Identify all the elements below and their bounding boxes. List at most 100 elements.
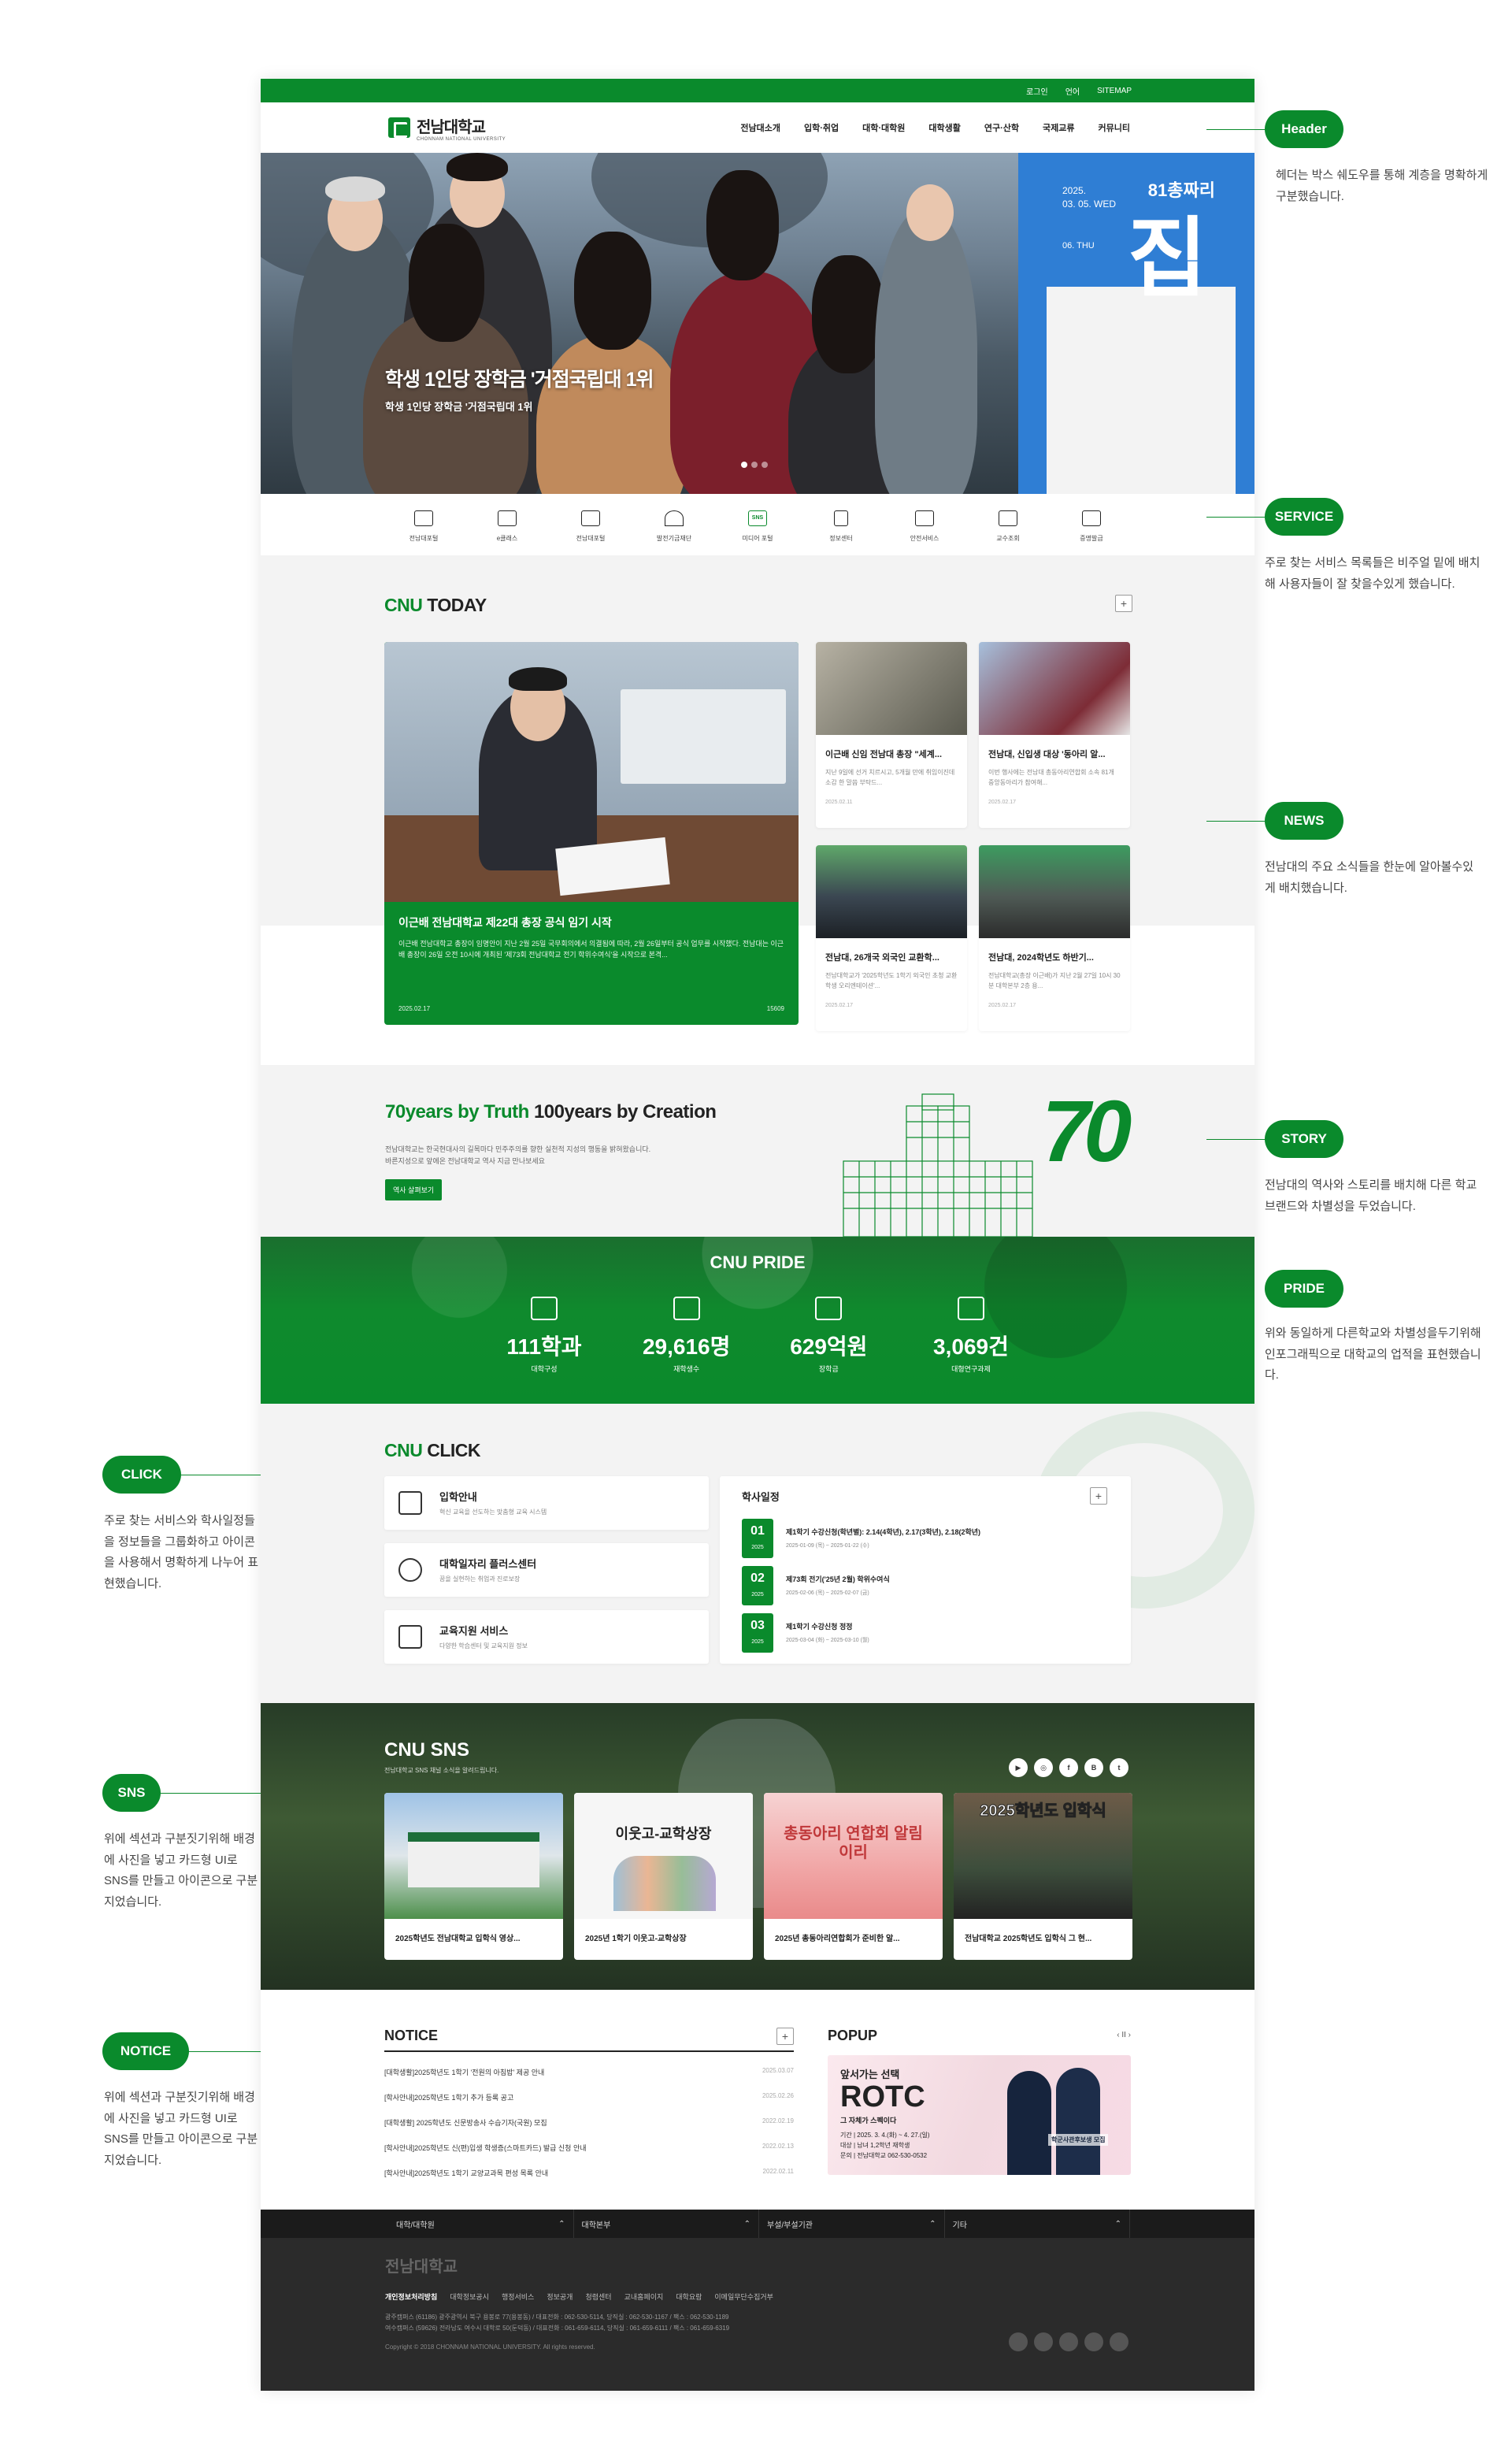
rotc-popup-banner[interactable]: 앞서가는 선택 ROTC 그 자체가 스펙이다 기간 | 2025. 3. 4.… bbox=[828, 2055, 1131, 2175]
annotation-sns-desc: 위에 섹션과 구분짓기위해 배경에 사진을 넣고 카드형 UI로 SNS를 만들… bbox=[104, 1832, 258, 1909]
twitter-icon[interactable] bbox=[1110, 2332, 1128, 2351]
service-safety[interactable]: 안전서비스 bbox=[902, 510, 947, 543]
footer-select-affiliates[interactable]: 부설/부설기관 ⌃ bbox=[759, 2210, 945, 2238]
instagram-icon[interactable] bbox=[1034, 2332, 1053, 2351]
click-title: CNU CLICK bbox=[384, 1440, 481, 1460]
calendar-row[interactable]: 03 2025 제1학기 수강신청 정정 2025-03-04 (화) ~ 2025-… bbox=[742, 1613, 869, 1653]
seventy-logo: 70 bbox=[1042, 1083, 1132, 1180]
annotation-click-desc: 주로 찾는 서비스와 학사일정들을 정보들을 그룹화하고 아이콘을 사용해서 명… bbox=[104, 1514, 259, 1591]
footer-logo: 전남대학교 bbox=[385, 2258, 458, 2276]
notice-row[interactable]: [학사안내]2025학년도 신(편)입생 학생증(스마트카드) 발급 신청 안내… bbox=[384, 2143, 794, 2153]
stat-students: 29,616명 재학생수 bbox=[624, 1297, 750, 1375]
calendar-title: 학사일정 bbox=[742, 1491, 780, 1503]
news-card[interactable]: 이근배 신임 전남대 총장 "세계... 지난 9일에 선거 치르시고, 5개월… bbox=[816, 642, 967, 828]
nav-item-college[interactable]: 대학·대학원 bbox=[862, 121, 905, 134]
annotation-header-desc: 헤더는 박스 쉐도우를 통해 계층을 명확하게 구분했습니다. bbox=[1276, 169, 1488, 203]
click-section: CNU CLICK 입학안내 혁신 교육을 선도하는 맞춤형 교육 시스템 대학일… bbox=[261, 1404, 1254, 1703]
popup-controls[interactable]: ‹ II › bbox=[1117, 2031, 1131, 2039]
utility-bar: 로그인 언어 SITEMAP bbox=[261, 79, 1254, 102]
youtube-icon[interactable]: ▶ bbox=[1009, 1758, 1028, 1777]
annotation-news-desc: 전남대의 주요 소식들을 한눈에 알아볼수있게 배치했습니다. bbox=[1265, 860, 1474, 895]
news-photo bbox=[384, 642, 799, 902]
annotation-story-desc: 전남대의 역사와 스토리를 배치해 다른 학교 브랜드와 차별성을 두었습니다. bbox=[1265, 1178, 1477, 1213]
main-news-date: 2025.02.17 bbox=[398, 1005, 431, 1012]
main-news-views: 15609 bbox=[766, 1005, 784, 1012]
nav-item-international[interactable]: 국제교류 bbox=[1043, 121, 1074, 134]
click-item-admission[interactable]: 입학안내 혁신 교육을 선도하는 맞춤형 교육 시스템 bbox=[384, 1476, 709, 1530]
hero-visual: 2025. 03. 05. WED 06. THU 81총짜리 집 학생 1인당… bbox=[261, 153, 1254, 494]
service-professor[interactable]: 교수조회 bbox=[986, 510, 1030, 543]
sns-card[interactable]: 2025학년도 입학식 전남대학교 2025학년도 입학식 그 현... bbox=[954, 1793, 1132, 1960]
sns-section: CNU SNS 전남대학교 SNS 채널 소식을 알려드립니다. ▶ ◎ f B… bbox=[261, 1703, 1254, 1990]
sns-title: CNU SNS bbox=[384, 1739, 470, 1761]
annotation-pride-desc: 위와 동일하게 다른학교와 차별성을두기위해 인포그래픽으로 대학교의 업적을 … bbox=[1265, 1327, 1481, 1382]
click-item-education[interactable]: 교육지원 서비스 다양한 학습센터 및 교육지원 정보 bbox=[384, 1610, 709, 1664]
calendar-row[interactable]: 02 2025 제73회 전기('25년 2월) 학위수여식 2025-02-06 (… bbox=[742, 1566, 890, 1605]
nav-item-campus-life[interactable]: 대학생활 bbox=[928, 121, 960, 134]
hero-dot[interactable] bbox=[751, 462, 758, 468]
annotation-line bbox=[1206, 1139, 1265, 1140]
youtube-icon[interactable] bbox=[1009, 2332, 1028, 2351]
sns-card[interactable]: 총동아리 연합회 알림이리 2025년 총동아리연합회가 준비한 알... bbox=[764, 1793, 943, 1960]
notice-title: NOTICE bbox=[384, 2028, 794, 2052]
notice-row[interactable]: [대학생활] 2025학년도 신문방송사 수습기자(국원) 모집 2022.02.… bbox=[384, 2117, 794, 2128]
service-eclass[interactable]: e클래스 bbox=[485, 510, 529, 543]
blog-icon[interactable]: B bbox=[1084, 1758, 1103, 1777]
stat-departments: 111학과 대학구성 bbox=[481, 1297, 607, 1375]
site-logo[interactable]: 전남대학교 CHONNAM NATIONAL UNIVERSITY bbox=[388, 114, 506, 142]
popup-title: POPUP bbox=[828, 2028, 878, 2043]
sitemap-link[interactable]: SITEMAP bbox=[1097, 87, 1132, 95]
service-certificate[interactable]: 증명발급 bbox=[1069, 510, 1114, 543]
language-link[interactable]: 언어 bbox=[1065, 85, 1080, 97]
banner-date-1: 2025. 03. 05. WED bbox=[1062, 185, 1117, 210]
facebook-icon[interactable]: f bbox=[1059, 1758, 1078, 1777]
sns-card[interactable]: 2025학년도 전남대학교 입학식 영상... bbox=[384, 1793, 563, 1960]
main-news-title: 이근배 전남대학교 제22대 총장 공식 임기 시작 bbox=[398, 916, 612, 929]
hero-dot[interactable] bbox=[741, 462, 747, 468]
notice-row[interactable]: [학사안내]2025학년도 1학기 교양교과목 편성 목록 안내 2022.02.… bbox=[384, 2168, 794, 2178]
notice-row[interactable]: [대학생활]2025학년도 1학기 '전원의 아침밥' 제공 안내 2025.03… bbox=[384, 2067, 794, 2077]
footer-links: 개인정보처리방침 대학정보공시 행정서비스 정보공개 청렴센터 교내홈페이지 대… bbox=[385, 2293, 773, 2301]
sns-card[interactable]: 이웃고-교학상장 2025년 1학기 이웃고-교학상장 bbox=[574, 1793, 753, 1960]
logo-en: CHONNAM NATIONAL UNIVERSITY bbox=[417, 136, 506, 142]
facebook-icon[interactable] bbox=[1059, 2332, 1078, 2351]
notice-row[interactable]: [학사안내]2025학년도 1학기 추가 등록 공고 2025.02.26 bbox=[384, 2092, 794, 2102]
sns-icon: SNS bbox=[748, 510, 767, 526]
nav-item-community[interactable]: 커뮤니티 bbox=[1099, 121, 1130, 134]
news-card[interactable]: 전남대, 2024학년도 하반기... 전남대학교(총장 이근배)가 지난 2월… bbox=[979, 845, 1130, 1031]
calendar-row[interactable]: 01 2025 제1학기 수강신청(학년별): 2.14(4학년), 2.17(3학… bbox=[742, 1519, 980, 1558]
footer: 대학/대학원 ⌃ 대학본부 ⌃ 부설/부설기관 ⌃ 기타 ⌃ 전남대학교 개인정보처리방… bbox=[261, 2210, 1254, 2391]
twitter-icon[interactable]: t bbox=[1110, 1758, 1128, 1777]
footer-nav: 대학/대학원 ⌃ 대학본부 ⌃ 부설/부설기관 ⌃ 기타 ⌃ bbox=[261, 2210, 1254, 2238]
footer-select-college[interactable]: 대학/대학원 ⌃ bbox=[388, 2210, 574, 2238]
nav-item-about[interactable]: 전남대소개 bbox=[740, 121, 780, 134]
graduation-cap-icon bbox=[815, 1297, 843, 1320]
footer-select-hq[interactable]: 대학본부 ⌃ bbox=[574, 2210, 759, 2238]
hero-dot[interactable] bbox=[762, 462, 768, 468]
chevron-up-icon: ⌃ bbox=[558, 2219, 565, 2228]
login-link[interactable]: 로그인 bbox=[1026, 85, 1048, 97]
news-card[interactable]: 전남대, 신입생 대상 '동아리 알... 이번 행사에는 전남대 총동아리연합… bbox=[979, 642, 1130, 828]
service-info-center[interactable]: 정보센터 bbox=[819, 510, 863, 543]
hero-pagination bbox=[741, 462, 768, 468]
news-more-button[interactable]: + bbox=[1115, 595, 1132, 612]
students-icon bbox=[673, 1297, 700, 1320]
annotation-line bbox=[1206, 821, 1265, 822]
annotation-sns-label: SNS bbox=[102, 1774, 161, 1812]
main-news-card[interactable]: 이근배 전남대학교 제22대 총장 공식 임기 시작 이근배 전남대학교 총장이… bbox=[384, 642, 799, 1025]
annotation-service-desc: 주로 찾는 서비스 목록들은 비주얼 밑에 배치해 사용자들이 잘 찾을수있게 … bbox=[1265, 556, 1480, 591]
calendar-more-button[interactable]: + bbox=[1090, 1487, 1107, 1505]
footer-select-etc[interactable]: 기타 ⌃ bbox=[945, 2210, 1130, 2238]
service-media[interactable]: SNS 미디어 포털 bbox=[736, 510, 780, 543]
instagram-icon[interactable]: ◎ bbox=[1034, 1758, 1053, 1777]
click-item-job-center[interactable]: 대학일자리 플러스센터 꿈을 실현하는 취업과 진로보장 bbox=[384, 1543, 709, 1597]
service-foundation[interactable]: 발전기금재단 bbox=[652, 510, 696, 543]
history-button[interactable]: 역사 살펴보기 bbox=[385, 1179, 443, 1200]
blog-icon[interactable] bbox=[1084, 2332, 1103, 2351]
news-card[interactable]: 전남대, 26개국 외국인 교환학... 전남대학교가 '2025학년도 1학기… bbox=[816, 845, 967, 1031]
nav-item-research[interactable]: 연구·산학 bbox=[984, 121, 1019, 134]
service-portal-2[interactable]: 전남대포털 bbox=[569, 510, 613, 543]
nav-item-admission[interactable]: 입학·취업 bbox=[804, 121, 839, 134]
notice-more-button[interactable]: + bbox=[776, 2028, 794, 2045]
service-portal[interactable]: 전남대포털 bbox=[402, 510, 446, 543]
